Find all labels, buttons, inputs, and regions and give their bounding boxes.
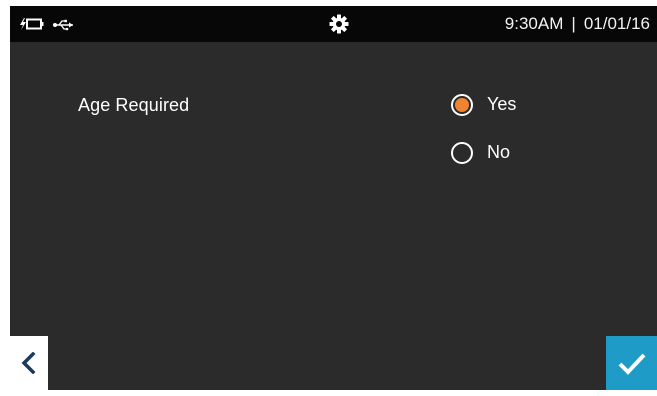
status-bar: 9:30AM | 01/01/16: [10, 6, 657, 42]
setting-label: Age Required: [78, 95, 190, 115]
battery-charging-icon: [19, 16, 45, 32]
checkmark-icon: [618, 353, 646, 375]
radio-button-selected-icon[interactable]: [451, 94, 473, 116]
gear-icon[interactable]: [329, 14, 349, 34]
status-time: 9:30AM: [504, 14, 564, 33]
status-date: 01/01/16: [583, 14, 650, 33]
radio-option-label: Yes: [487, 94, 517, 114]
status-separator: |: [571, 14, 576, 33]
radio-option-label: No: [487, 142, 511, 162]
time-date-display: 9:30AM | 01/01/16: [505, 14, 650, 34]
radio-selected-dot: [455, 98, 469, 112]
confirm-button[interactable]: [606, 336, 657, 390]
radio-option-yes[interactable]: Yes: [451, 93, 571, 117]
back-button[interactable]: [10, 336, 48, 390]
chevron-left-icon: [21, 352, 36, 374]
radio-option-no[interactable]: No: [451, 141, 571, 165]
usb-icon: [53, 18, 75, 31]
radio-button-unselected-icon[interactable]: [451, 142, 473, 164]
device-screen: 9:30AM | 01/01/16 Age Required Yes No: [10, 6, 657, 390]
